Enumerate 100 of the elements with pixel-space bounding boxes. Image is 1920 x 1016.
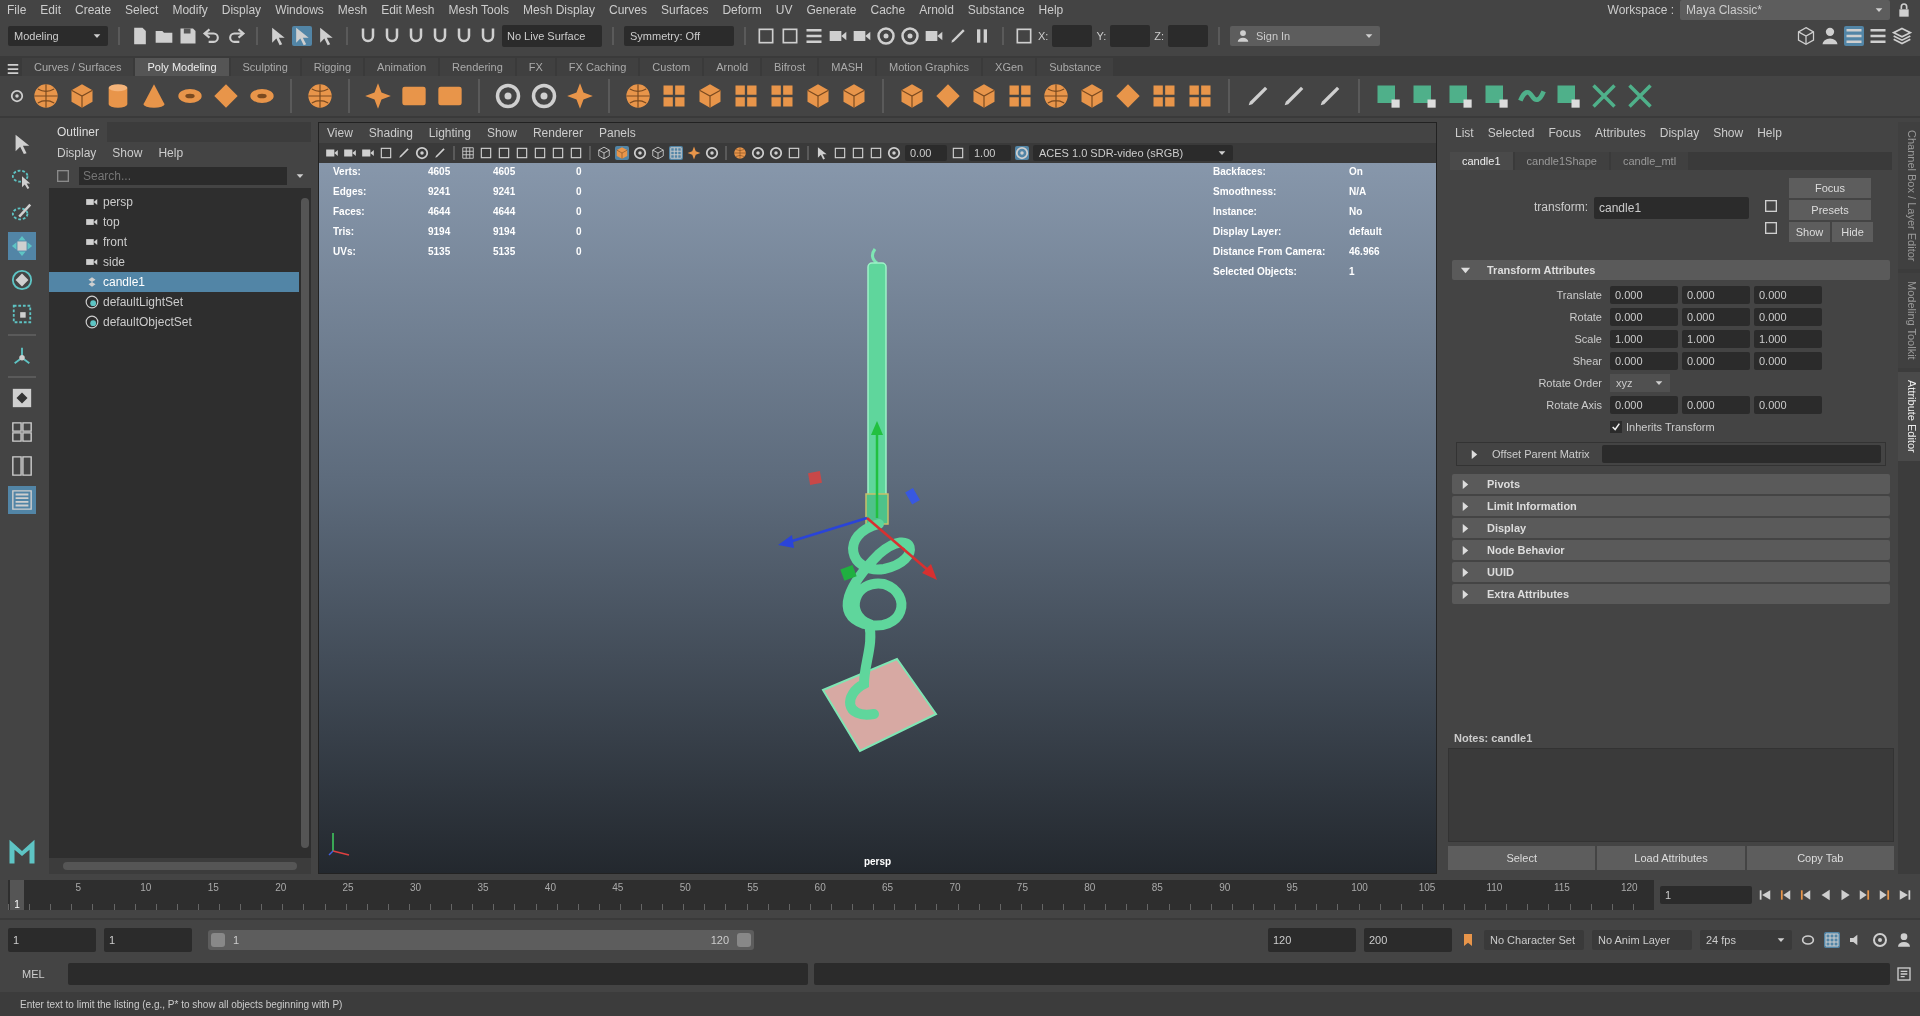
outliner-item[interactable]: front (49, 232, 299, 252)
section-header[interactable]: UUID (1452, 562, 1890, 582)
shelf-tab[interactable]: Sculpting (230, 58, 300, 76)
attribute-field[interactable]: 0.000 (1610, 352, 1678, 370)
range-slider[interactable]: 1 120 (208, 930, 754, 950)
channel-box-icon[interactable] (1892, 26, 1912, 46)
matrix-field[interactable] (1601, 445, 1881, 463)
menu-item[interactable]: View (319, 126, 361, 140)
step-forward-key-icon[interactable] (1878, 888, 1892, 902)
shelf-tab[interactable]: Bifrost (762, 58, 818, 76)
textured-icon[interactable] (669, 146, 683, 160)
start-time-field[interactable]: 1 (8, 928, 96, 952)
save-icon[interactable] (178, 26, 198, 46)
anim-layer-dropdown[interactable]: No Anim Layer (1592, 930, 1692, 950)
step-back-key-icon[interactable] (1778, 888, 1792, 902)
shelf-tab[interactable]: FX (516, 58, 555, 76)
playback-end-field[interactable]: 120 (1268, 928, 1356, 952)
menu-item[interactable]: Show (104, 146, 151, 160)
menu-item[interactable]: Help (1750, 126, 1789, 140)
character-icon[interactable] (1820, 26, 1840, 46)
rotate-order-dropdown[interactable]: xyz (1610, 374, 1670, 392)
time-slider[interactable]: 1 5 10 15 20 25 30 35 40 45 50 55 60 65 70 75 80 85 90 95 100 105 110 115 120 (8, 880, 1654, 910)
menu-item[interactable]: Mesh Display (516, 3, 603, 17)
menu-item[interactable]: Curves (602, 3, 655, 17)
shelf-tab[interactable]: Curves / Surfaces (22, 58, 134, 76)
node-tab[interactable]: candle1 (1450, 152, 1513, 170)
menu-item[interactable]: List (1448, 126, 1481, 140)
shelf-tab[interactable]: Arnold (704, 58, 761, 76)
scrollbar[interactable] (301, 198, 309, 848)
lock-icon[interactable] (1896, 2, 1912, 18)
shelf-tab[interactable]: Rigging (301, 58, 364, 76)
attribute-field[interactable]: 0.000 (1754, 286, 1822, 304)
plane-icon[interactable] (212, 82, 240, 110)
range-end-handle[interactable] (737, 933, 751, 947)
caret-icon[interactable] (295, 171, 305, 181)
shelf-tab[interactable]: Custom (640, 58, 703, 76)
menu-item[interactable]: Surfaces (654, 3, 716, 17)
side-tab[interactable]: Channel Box / Layer Editor (1898, 122, 1920, 270)
menu-item[interactable]: Lighting (420, 126, 479, 140)
menu-item[interactable]: UV (768, 3, 800, 17)
editor-button[interactable]: Load Attributes (1597, 846, 1745, 870)
offset-parent-matrix-row[interactable]: Offset Parent Matrix (1456, 442, 1886, 466)
search-field[interactable]: Search... (79, 167, 287, 185)
step-forward-frame-icon[interactable] (1858, 888, 1872, 902)
shelf-tab[interactable]: FX Caching (556, 58, 639, 76)
attribute-field[interactable]: 0.000 (1754, 396, 1822, 414)
view-transform-dropdown[interactable]: ACES 1.0 SDR-video (sRGB) (1033, 145, 1233, 161)
shelf-tab[interactable]: Substance (1037, 58, 1114, 76)
menu-item[interactable]: Show (478, 126, 525, 140)
focus-button[interactable]: Focus (1789, 178, 1871, 198)
undo-icon[interactable] (202, 26, 222, 46)
symmetry-dropdown[interactable]: Symmetry: Off (624, 26, 734, 46)
shelf-tab[interactable]: Poly Modeling (135, 58, 229, 76)
gamma-field[interactable]: 1.00 (969, 145, 1011, 161)
side-tab[interactable]: Modeling Toolkit (1898, 273, 1920, 369)
editor-button[interactable]: Copy Tab (1746, 846, 1894, 870)
menu-item[interactable]: Arnold (912, 3, 961, 17)
current-frame-field[interactable]: 1 (1660, 886, 1752, 904)
show-button[interactable]: Show (1789, 222, 1830, 242)
menu-item[interactable]: Edit (33, 3, 69, 17)
coordinate-field[interactable] (1168, 25, 1208, 47)
menu-item[interactable]: Panels (590, 126, 644, 140)
attribute-field[interactable]: 1.000 (1754, 330, 1822, 348)
attribute-field[interactable]: 0.000 (1610, 286, 1678, 304)
wireframe-icon[interactable] (597, 146, 611, 160)
sign-in-dropdown[interactable]: Sign In (1230, 26, 1380, 46)
exposure-field[interactable]: 0.00 (905, 145, 947, 161)
attribute-field[interactable]: 1.000 (1682, 330, 1750, 348)
workspace-dropdown[interactable]: Maya Classic* (1680, 0, 1890, 20)
menu-item[interactable]: Focus (1541, 126, 1589, 140)
scrollbar[interactable] (63, 862, 297, 870)
sphere-icon[interactable] (32, 82, 60, 110)
character-set-dropdown[interactable]: No Character Set (1484, 930, 1584, 950)
attribute-field[interactable]: 0.000 (1610, 396, 1678, 414)
menu-set-dropdown[interactable]: Modeling (8, 26, 108, 46)
menu-item[interactable]: Cache (863, 3, 913, 17)
checkbox[interactable] (1610, 421, 1622, 433)
move-tool-icon[interactable] (8, 232, 36, 260)
attribute-field[interactable]: 0.000 (1754, 352, 1822, 370)
node-name-field[interactable]: candle1 (1594, 197, 1749, 219)
playback-start-field[interactable]: 1 (104, 928, 192, 952)
outliner-layout-icon[interactable] (8, 486, 36, 514)
attribute-field[interactable]: 0.000 (1754, 308, 1822, 326)
menu-item[interactable]: Modify (165, 3, 215, 17)
menu-item[interactable]: Selected (1480, 126, 1542, 140)
redo-icon[interactable] (226, 26, 246, 46)
attribute-field[interactable]: 0.000 (1682, 308, 1750, 326)
menu-item[interactable]: Mesh Tools (441, 3, 516, 17)
current-frame-marker[interactable]: 1 (10, 880, 24, 910)
menu-item[interactable]: Edit Mesh (374, 3, 442, 17)
menu-item[interactable]: Mesh (330, 3, 375, 17)
presets-button[interactable]: Presets (1789, 200, 1871, 220)
outliner-item[interactable]: persp (49, 192, 299, 212)
menu-item[interactable]: Display (1652, 126, 1707, 140)
attribute-field[interactable]: 0.000 (1682, 286, 1750, 304)
menu-item[interactable]: Help (1031, 3, 1071, 17)
menu-item[interactable]: Attributes (1588, 126, 1653, 140)
menu-icon[interactable] (6, 62, 20, 76)
fps-dropdown[interactable]: 24 fps (1700, 930, 1792, 950)
range-start-handle[interactable] (211, 933, 225, 947)
